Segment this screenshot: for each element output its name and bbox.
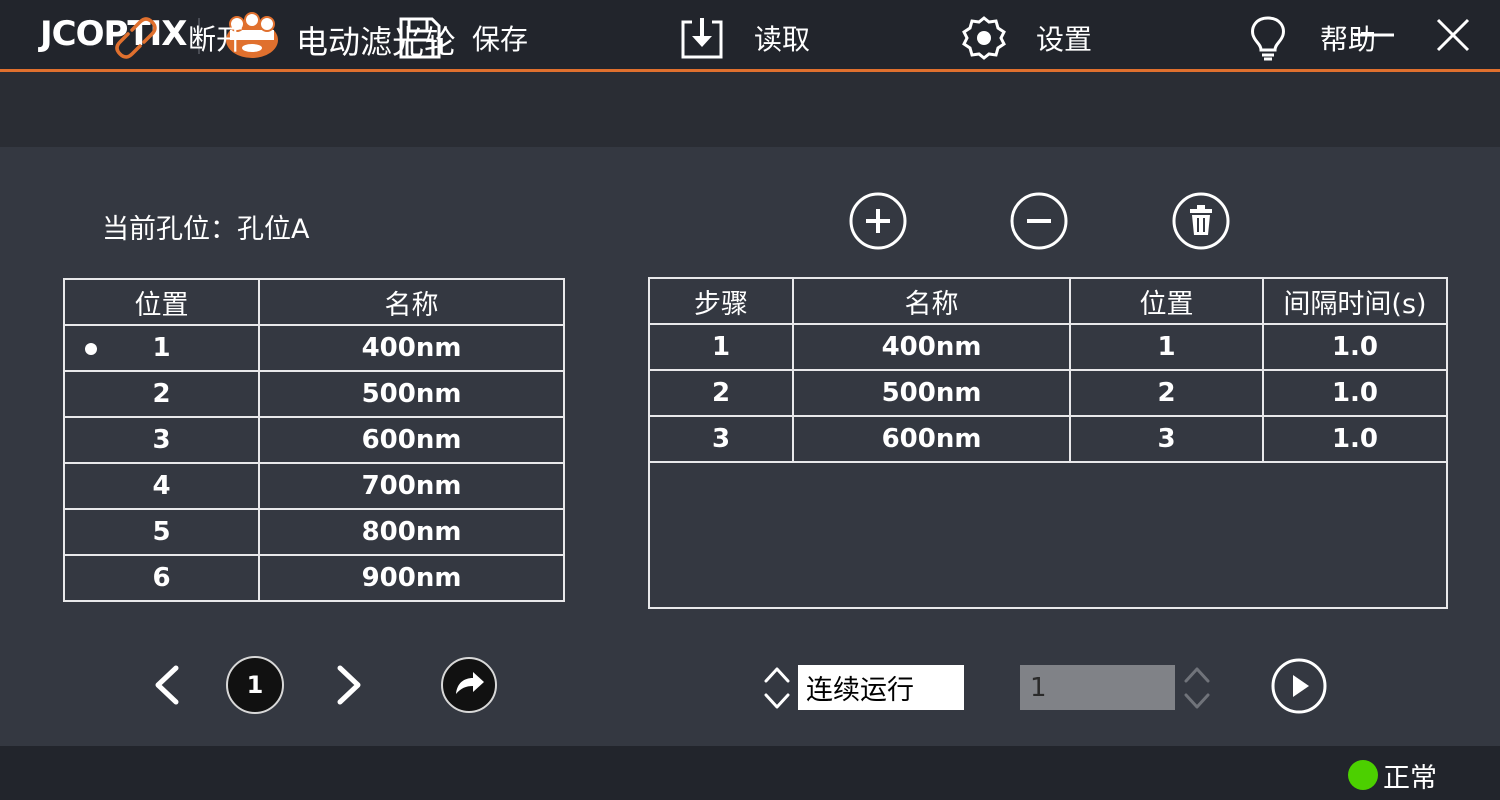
run-mode-field[interactable]: 连续运行 bbox=[798, 665, 964, 710]
goto-position-button[interactable] bbox=[440, 656, 498, 714]
selected-indicator bbox=[85, 343, 97, 355]
position-cell: 6 bbox=[63, 554, 260, 602]
name-cell: 800nm bbox=[258, 508, 565, 556]
position-cell: 2 bbox=[1069, 369, 1264, 417]
position-cell: 1 bbox=[63, 324, 260, 372]
status-text: 正常 bbox=[1383, 763, 1437, 794]
column-header: 位置 bbox=[63, 278, 260, 326]
position-cell: 3 bbox=[1069, 415, 1264, 463]
status-indicator bbox=[1348, 760, 1378, 790]
table-row[interactable]: 2 500nm 2 1.0 bbox=[648, 369, 1448, 417]
lightbulb-icon bbox=[1251, 15, 1285, 60]
add-step-button[interactable] bbox=[848, 191, 908, 251]
run-count-field[interactable]: 1 bbox=[1020, 665, 1175, 710]
position-cell: 3 bbox=[63, 416, 260, 464]
page-indicator[interactable]: 1 bbox=[226, 656, 284, 714]
name-cell: 600nm bbox=[792, 415, 1071, 463]
download-box-icon bbox=[681, 17, 723, 58]
table-row[interactable]: 3 600nm 3 1.0 bbox=[648, 415, 1448, 463]
interval-cell: 1.0 bbox=[1262, 369, 1448, 417]
disconnect-button[interactable]: 断开 bbox=[112, 0, 244, 75]
table-row[interactable]: 6 900nm bbox=[63, 554, 565, 602]
load-button[interactable]: 读取 bbox=[678, 0, 810, 75]
column-header: 间隔时间(s) bbox=[1262, 277, 1448, 325]
mode-spinner-arrows[interactable] bbox=[762, 663, 792, 713]
sequence-header-row: 步骤 名称 位置 间隔时间(s) bbox=[648, 277, 1448, 325]
settings-button[interactable]: 设置 bbox=[960, 0, 1092, 75]
table-row[interactable]: 1 400nm bbox=[63, 324, 565, 372]
current-position-label: 当前孔位： bbox=[102, 214, 237, 245]
name-cell: 400nm bbox=[258, 324, 565, 372]
gear-icon bbox=[962, 15, 1006, 60]
name-cell: 400nm bbox=[792, 323, 1071, 371]
clear-steps-button[interactable] bbox=[1171, 191, 1231, 251]
table-row[interactable]: 5 800nm bbox=[63, 508, 565, 556]
save-button[interactable]: 保存 bbox=[396, 0, 528, 75]
column-header: 步骤 bbox=[648, 277, 794, 325]
toolbar bbox=[0, 72, 1500, 147]
step-cell: 3 bbox=[648, 415, 794, 463]
name-cell: 500nm bbox=[792, 369, 1071, 417]
link-break-icon bbox=[115, 16, 157, 59]
remove-step-button[interactable] bbox=[1009, 191, 1069, 251]
column-header: 名称 bbox=[792, 277, 1071, 325]
positions-table: 位置 名称 1 400nm 2 500nm 3 600nm 4 700nm 5 … bbox=[63, 278, 565, 602]
position-cell: 4 bbox=[63, 462, 260, 510]
current-position-value: 孔位A bbox=[237, 214, 310, 245]
name-cell: 600nm bbox=[258, 416, 565, 464]
positions-header-row: 位置 名称 bbox=[63, 278, 565, 326]
current-position: 当前孔位：孔位A bbox=[102, 207, 309, 246]
help-button[interactable]: 帮助 bbox=[1244, 0, 1376, 75]
disconnect-label: 断开 bbox=[188, 22, 245, 56]
position-cell: 1 bbox=[1069, 323, 1264, 371]
table-row[interactable]: 4 700nm bbox=[63, 462, 565, 510]
table-row[interactable]: 1 400nm 1 1.0 bbox=[648, 323, 1448, 371]
save-icon bbox=[399, 17, 441, 58]
save-label: 保存 bbox=[472, 22, 529, 56]
prev-page-button[interactable] bbox=[146, 660, 186, 710]
play-button[interactable] bbox=[1270, 657, 1328, 715]
position-cell: 2 bbox=[63, 370, 260, 418]
name-cell: 700nm bbox=[258, 462, 565, 510]
position-cell: 5 bbox=[63, 508, 260, 556]
column-header: 名称 bbox=[258, 278, 565, 326]
interval-cell: 1.0 bbox=[1262, 323, 1448, 371]
status-bar bbox=[0, 746, 1500, 800]
name-cell: 900nm bbox=[258, 554, 565, 602]
column-header: 位置 bbox=[1069, 277, 1264, 325]
step-cell: 2 bbox=[648, 369, 794, 417]
interval-cell: 1.0 bbox=[1262, 415, 1448, 463]
sequence-table: 步骤 名称 位置 间隔时间(s) 1 400nm 1 1.0 2 500nm 2… bbox=[648, 277, 1448, 463]
trash-icon bbox=[1190, 205, 1212, 235]
settings-label: 设置 bbox=[1036, 22, 1093, 56]
help-label: 帮助 bbox=[1320, 22, 1377, 56]
table-row[interactable]: 2 500nm bbox=[63, 370, 565, 418]
table-row[interactable]: 3 600nm bbox=[63, 416, 565, 464]
close-icon[interactable] bbox=[1428, 12, 1476, 58]
name-cell: 500nm bbox=[258, 370, 565, 418]
play-icon bbox=[1293, 675, 1309, 697]
next-page-button[interactable] bbox=[330, 660, 370, 710]
load-label: 读取 bbox=[754, 22, 811, 56]
step-cell: 1 bbox=[648, 323, 794, 371]
count-spinner-arrows[interactable] bbox=[1182, 663, 1212, 713]
